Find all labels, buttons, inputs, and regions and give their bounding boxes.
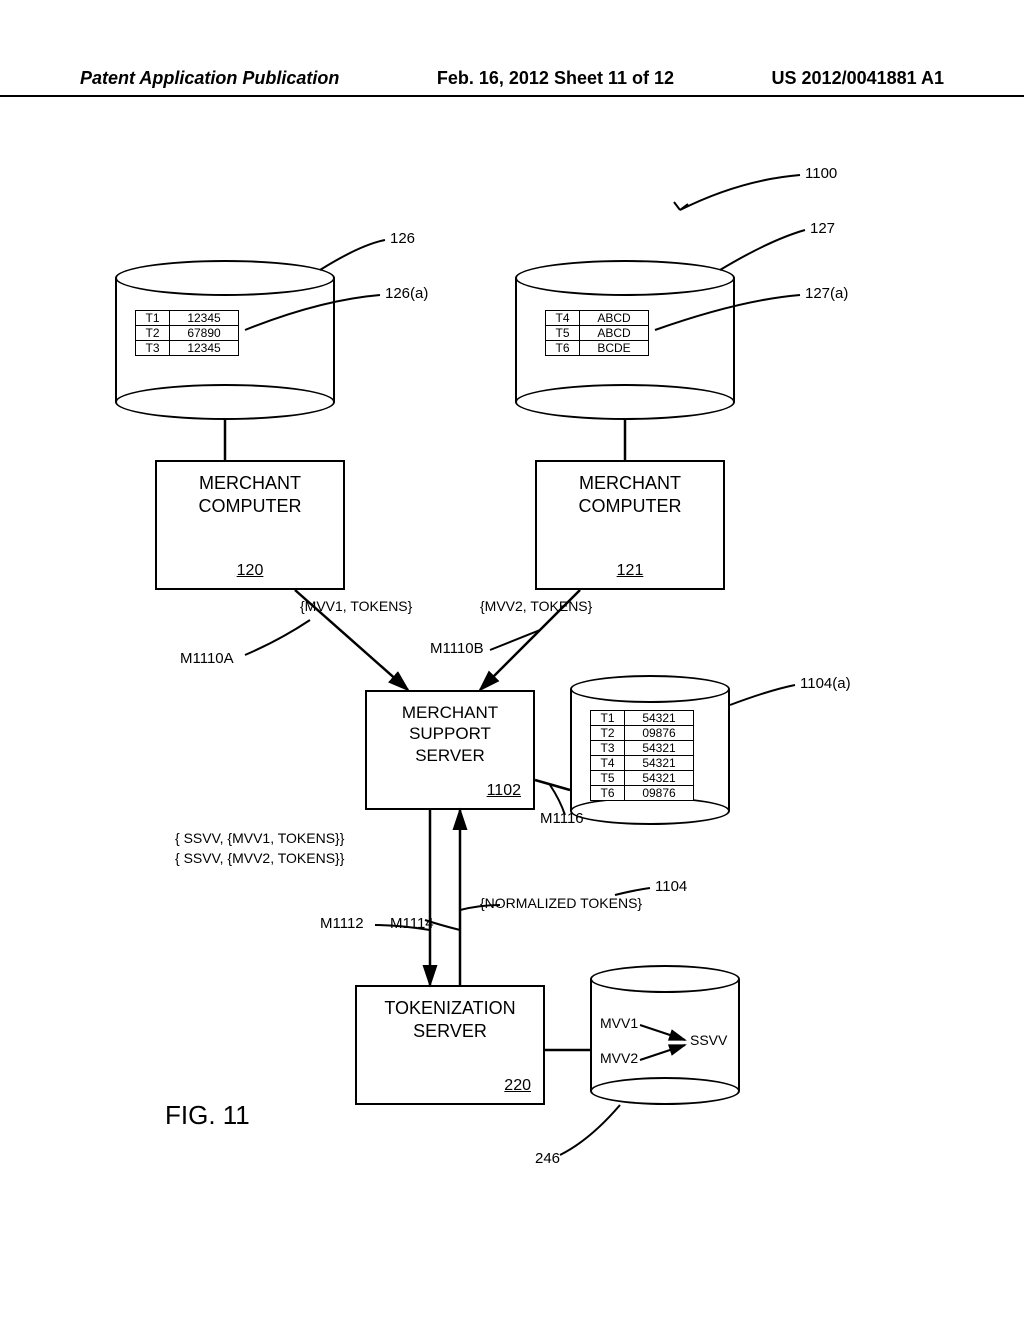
mvv2-label: MVV2 bbox=[600, 1050, 638, 1066]
token-label: TOKENIZATION SERVER bbox=[357, 997, 543, 1042]
msg-mvv2: {MVV2, TOKENS} bbox=[480, 598, 592, 614]
msg-normtok: {NORMALIZED TOKENS} bbox=[480, 895, 642, 911]
ref-127a: 127(a) bbox=[805, 285, 848, 302]
merchant-computer-a: MERCHANT COMPUTER 120 bbox=[155, 460, 345, 590]
merchant-b-label: MERCHANT COMPUTER bbox=[537, 472, 723, 517]
table-126a: T112345 T267890 T312345 bbox=[135, 310, 239, 356]
merchant-a-ref: 120 bbox=[157, 562, 343, 580]
ref-127: 127 bbox=[810, 220, 835, 237]
ssvv-label: SSVV bbox=[690, 1032, 727, 1048]
table-127a: T4ABCD T5ABCD T6BCDE bbox=[545, 310, 649, 356]
tokenization-server: TOKENIZATION SERVER 220 bbox=[355, 985, 545, 1105]
page-header: Patent Application Publication Feb. 16, … bbox=[0, 68, 1024, 97]
merchant-support-server: MERCHANT SUPPORT SERVER 1102 bbox=[365, 690, 535, 810]
ref-m1112: M1112 bbox=[320, 915, 364, 932]
table-1104a: T154321 T209876 T354321 T454321 T554321 … bbox=[590, 710, 694, 801]
ref-m1116: M1116 bbox=[540, 810, 584, 827]
ref-126a: 126(a) bbox=[385, 285, 428, 302]
ref-126: 126 bbox=[390, 230, 415, 247]
ref-246: 246 bbox=[535, 1150, 560, 1167]
merchant-computer-b: MERCHANT COMPUTER 121 bbox=[535, 460, 725, 590]
ref-m1110b: M1110B bbox=[430, 640, 484, 657]
header-right: US 2012/0041881 A1 bbox=[772, 68, 944, 89]
merchant-b-ref: 121 bbox=[537, 562, 723, 580]
figure-caption: FIG. 11 bbox=[165, 1100, 250, 1131]
msg-mvv1: {MVV1, TOKENS} bbox=[300, 598, 412, 614]
header-center: Feb. 16, 2012 Sheet 11 of 12 bbox=[437, 68, 674, 89]
ref-m1114: M1114 bbox=[390, 915, 434, 932]
ref-m1110a: M1110A bbox=[180, 650, 234, 667]
token-ref: 220 bbox=[504, 1077, 531, 1095]
support-label: MERCHANT SUPPORT SERVER bbox=[367, 702, 533, 766]
support-ref: 1102 bbox=[487, 782, 521, 800]
merchant-a-label: MERCHANT COMPUTER bbox=[157, 472, 343, 517]
ref-1100: 1100 bbox=[805, 165, 837, 182]
msg-ssvv1: { SSVV, {MVV1, TOKENS}} bbox=[175, 830, 344, 846]
header-left: Patent Application Publication bbox=[80, 68, 339, 89]
mvv1-label: MVV1 bbox=[600, 1015, 638, 1031]
ref-1104a: 1104(a) bbox=[800, 675, 851, 692]
msg-ssvv2: { SSVV, {MVV2, TOKENS}} bbox=[175, 850, 344, 866]
figure-11: T112345 T267890 T312345 T4ABCD T5ABCD T6… bbox=[60, 130, 960, 1230]
ref-1104: 1104 bbox=[655, 878, 687, 895]
